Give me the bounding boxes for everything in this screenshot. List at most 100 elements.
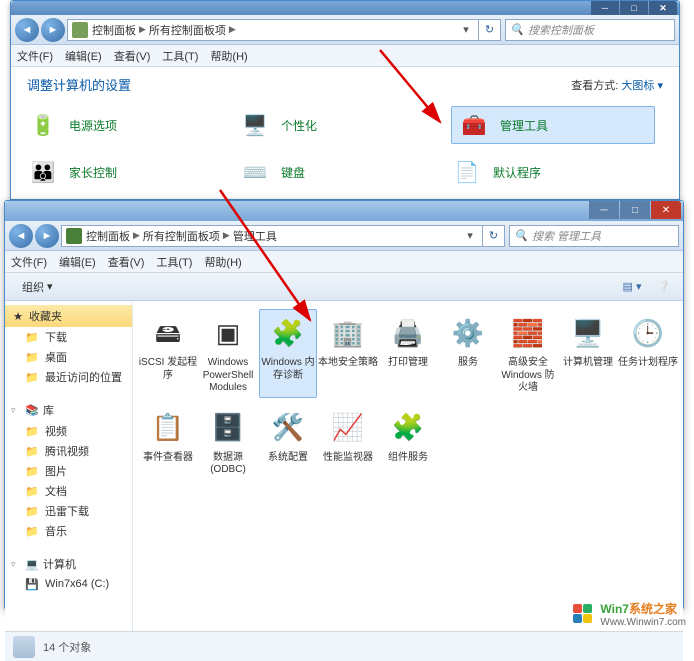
menu-file[interactable]: 文件(F)	[11, 254, 47, 270]
tool-icon: 🧩	[267, 312, 309, 354]
back-button[interactable]: ◄	[15, 18, 39, 42]
address-dropdown-icon[interactable]: ▾	[458, 23, 474, 36]
control-panel-item[interactable]: 🖥️个性化	[239, 106, 451, 144]
item-label: 管理工具	[500, 117, 548, 134]
tool-item[interactable]: 📈性能监视器	[319, 404, 377, 480]
breadcrumb-item[interactable]: 管理工具	[233, 228, 277, 244]
sidebar-item[interactable]: 💾Win7x64 (C:)	[5, 575, 132, 593]
breadcrumb-item[interactable]: 所有控制面板项	[149, 22, 226, 38]
menu-view[interactable]: 查看(V)	[108, 254, 145, 270]
sidebar-item[interactable]: 📁视频	[5, 421, 132, 441]
close-button[interactable]: ✕	[649, 1, 677, 15]
menu-tools[interactable]: 工具(T)	[156, 254, 192, 270]
item-icon: 🖥️	[239, 109, 271, 141]
address-bar[interactable]: 控制面板 ▶ 所有控制面板项 ▶ 管理工具 ▾	[61, 225, 483, 247]
search-input[interactable]: 🔍 搜索控制面板	[505, 19, 675, 41]
tool-item[interactable]: 🧩组件服务	[379, 404, 437, 480]
sidebar-item[interactable]: 📁 音乐	[5, 521, 132, 541]
back-button[interactable]: ◄	[9, 224, 33, 248]
folder-icon: 📁	[25, 444, 39, 458]
tool-item[interactable]: 🗄️数据源 (ODBC)	[199, 404, 257, 480]
close-button[interactable]: ✕	[651, 201, 681, 219]
menu-file[interactable]: 文件(F)	[17, 48, 53, 64]
titlebar[interactable]: ─ □ ✕	[5, 201, 683, 221]
tool-item[interactable]: 🛠️系统配置	[259, 404, 317, 480]
address-dropdown-icon[interactable]: ▾	[462, 229, 478, 242]
breadcrumb-item[interactable]: 控制面板	[92, 22, 136, 38]
item-label: 默认程序	[493, 164, 541, 181]
tool-item[interactable]: 🧩Windows 内存诊断	[259, 309, 317, 398]
tool-item[interactable]: 🏢本地安全策略	[319, 309, 377, 398]
tool-label: 高级安全 Windows 防火墙	[497, 357, 559, 395]
menu-edit[interactable]: 编辑(E)	[65, 48, 102, 64]
sidebar-item[interactable]: 📁下载	[5, 327, 132, 347]
control-panel-item[interactable]: 👪家长控制	[27, 156, 239, 188]
computer-icon: 💻	[25, 557, 39, 571]
sidebar-computer-header[interactable]: ▿ 💻 计算机	[5, 553, 132, 575]
control-panel-item[interactable]: 📄默认程序	[451, 156, 663, 188]
tool-item[interactable]: 🖴iSCSI 发起程序	[139, 309, 197, 398]
menu-help[interactable]: 帮助(H)	[204, 254, 241, 270]
sidebar-item[interactable]: 📁腾讯视频	[5, 441, 132, 461]
tool-item[interactable]: ▣Windows PowerShell Modules	[199, 309, 257, 398]
tool-label: 本地安全策略	[317, 357, 379, 370]
maximize-button[interactable]: □	[620, 1, 648, 15]
sidebar-item[interactable]: 📁最近访问的位置	[5, 367, 132, 387]
control-panel-grid: 🔋电源选项🖥️个性化🧰管理工具 👪家长控制⌨️键盘📄默认程序	[11, 102, 679, 198]
library-icon: 📚	[25, 403, 39, 417]
folder-icon: 📁	[25, 330, 39, 344]
chevron-right-icon: ▶	[133, 230, 140, 241]
sidebar-item[interactable]: 📁迅雷下载	[5, 501, 132, 521]
tool-item[interactable]: ⚙️服务	[439, 309, 497, 398]
refresh-button[interactable]: ↻	[483, 225, 505, 247]
sidebar-item-label: 视频	[45, 423, 67, 439]
tool-icon: 📋	[147, 407, 189, 449]
sidebar-libraries-header[interactable]: ▿ 📚 库	[5, 399, 132, 421]
breadcrumb-item[interactable]: 所有控制面板项	[143, 228, 220, 244]
sidebar-item[interactable]: 📁桌面	[5, 347, 132, 367]
forward-button[interactable]: ►	[35, 224, 59, 248]
control-panel-icon	[72, 22, 88, 38]
view-options-icon[interactable]: ▤ ▾	[621, 277, 643, 297]
tool-item[interactable]: 🕒任务计划程序	[619, 309, 677, 398]
status-text: 14 个对象	[43, 639, 91, 655]
address-bar[interactable]: 控制面板 ▶ 所有控制面板项 ▶ ▾	[67, 19, 479, 41]
item-icon: 🔋	[27, 109, 59, 141]
maximize-button[interactable]: □	[620, 201, 650, 219]
tool-item[interactable]: 🖥️计算机管理	[559, 309, 617, 398]
refresh-button[interactable]: ↻	[479, 19, 501, 41]
tool-icon: 🖨️	[387, 312, 429, 354]
item-label: 键盘	[281, 164, 305, 181]
titlebar[interactable]: ─ □ ✕	[11, 1, 679, 15]
menu-view[interactable]: 查看(V)	[114, 48, 151, 64]
tool-item[interactable]: 🧱高级安全 Windows 防火墙	[499, 309, 557, 398]
organize-button[interactable]: 组织 ▾	[13, 276, 62, 298]
sidebar-item-label: 桌面	[45, 349, 67, 365]
sidebar-item-label: 图片	[45, 463, 67, 479]
sidebar-item[interactable]: 📁文档	[5, 481, 132, 501]
control-panel-item[interactable]: 🔋电源选项	[27, 106, 239, 144]
forward-button[interactable]: ►	[41, 18, 65, 42]
minimize-button[interactable]: ─	[591, 1, 619, 15]
chevron-down-icon: ▾	[47, 280, 53, 293]
sidebar-item[interactable]: 📁图片	[5, 461, 132, 481]
tool-item[interactable]: 🖨️打印管理	[379, 309, 437, 398]
view-mode-link[interactable]: 大图标 ▾	[621, 80, 663, 92]
search-input[interactable]: 🔍 搜索 管理工具	[509, 225, 679, 247]
status-bar: 14 个对象	[5, 631, 683, 661]
tool-icon: 🗄️	[207, 407, 249, 449]
search-icon: 🔍	[510, 23, 524, 37]
help-icon[interactable]: ❔	[653, 277, 675, 297]
folder-icon: 📁	[25, 524, 39, 538]
tool-item[interactable]: 📋事件查看器	[139, 404, 197, 480]
sidebar-favorites-header[interactable]: ★ 收藏夹	[5, 305, 132, 327]
menu-help[interactable]: 帮助(H)	[210, 48, 247, 64]
menu-tools[interactable]: 工具(T)	[162, 48, 198, 64]
sidebar-item-label: 迅雷下载	[45, 503, 89, 519]
menu-edit[interactable]: 编辑(E)	[59, 254, 96, 270]
control-panel-item[interactable]: 🧰管理工具	[451, 106, 655, 144]
minimize-button[interactable]: ─	[589, 201, 619, 219]
breadcrumb-item[interactable]: 控制面板	[86, 228, 130, 244]
control-panel-item[interactable]: ⌨️键盘	[239, 156, 451, 188]
sidebar-item-label: 音乐	[45, 523, 67, 539]
